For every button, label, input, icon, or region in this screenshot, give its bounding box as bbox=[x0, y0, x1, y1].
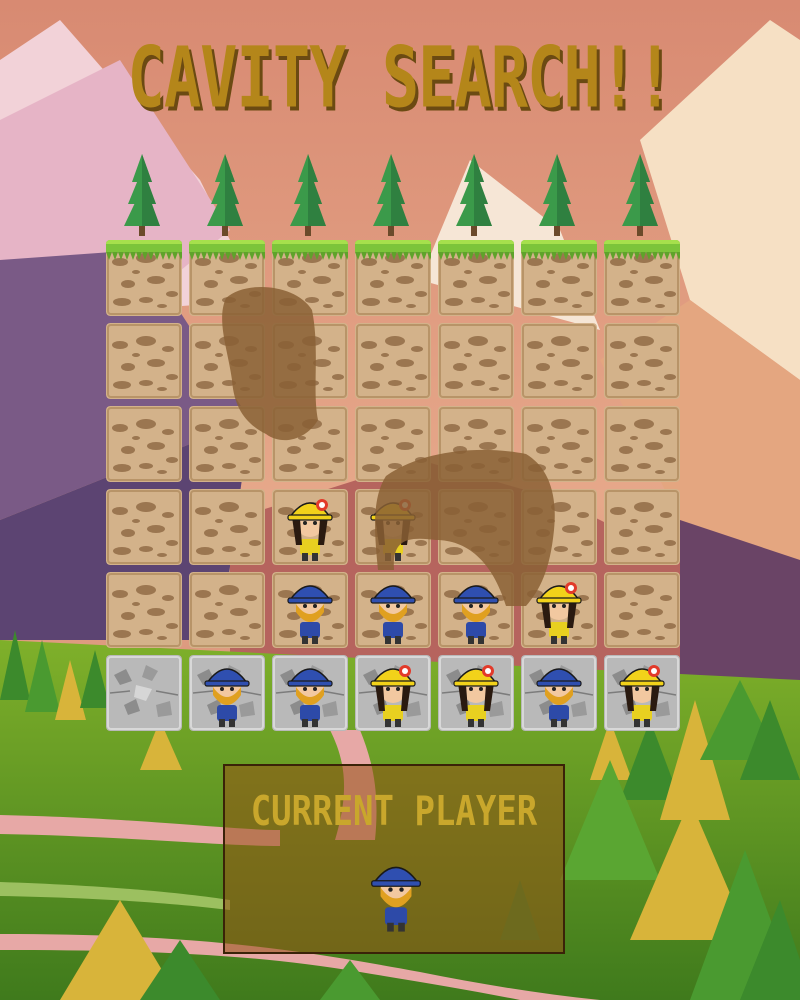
pine-tree-icon bbox=[436, 152, 512, 242]
board-cell-grass[interactable] bbox=[604, 240, 680, 316]
board-cell-dirt[interactable] bbox=[355, 489, 431, 565]
board-cell-dirt[interactable] bbox=[355, 323, 431, 399]
board-cell-grass[interactable] bbox=[189, 240, 265, 316]
pine-tree-icon bbox=[519, 152, 595, 242]
game-title: CAVITY SEARCH!! bbox=[127, 28, 674, 127]
board-cell-rock[interactable] bbox=[521, 655, 597, 731]
yellow-miner-piece bbox=[521, 572, 597, 648]
tree-row bbox=[104, 152, 684, 242]
yellow-miner-piece bbox=[355, 655, 431, 731]
board-cell-dirt[interactable] bbox=[272, 572, 348, 648]
board-cell-dirt[interactable] bbox=[355, 572, 431, 648]
game-board[interactable] bbox=[106, 240, 682, 732]
board-cell-dirt[interactable] bbox=[355, 406, 431, 482]
board-cell-dirt[interactable] bbox=[272, 406, 348, 482]
board-cell-dirt[interactable] bbox=[106, 572, 182, 648]
yellow-miner-piece bbox=[272, 489, 348, 565]
pine-tree-icon bbox=[104, 152, 180, 242]
yellow-miner-piece bbox=[438, 655, 514, 731]
board-cell-dirt[interactable] bbox=[189, 406, 265, 482]
board-cell-dirt[interactable] bbox=[272, 323, 348, 399]
board-cell-dirt[interactable] bbox=[604, 572, 680, 648]
board-cell-dirt[interactable] bbox=[189, 572, 265, 648]
board-cell-dirt[interactable] bbox=[106, 406, 182, 482]
board-cell-dirt[interactable] bbox=[521, 572, 597, 648]
blue-miner-piece bbox=[189, 655, 265, 731]
pine-tree-icon bbox=[270, 152, 346, 242]
board-cell-dirt[interactable] bbox=[106, 323, 182, 399]
current-player-avatar bbox=[354, 852, 438, 936]
blue-miner-piece bbox=[272, 655, 348, 731]
board-cell-dirt[interactable] bbox=[438, 323, 514, 399]
blue-miner-piece bbox=[272, 572, 348, 648]
blue-miner-piece bbox=[521, 655, 597, 731]
board-cell-dirt[interactable] bbox=[438, 489, 514, 565]
board-cell-rock[interactable] bbox=[106, 655, 182, 731]
board-cell-dirt[interactable] bbox=[604, 323, 680, 399]
board-cell-dirt[interactable] bbox=[521, 323, 597, 399]
board-cell-rock[interactable] bbox=[604, 655, 680, 731]
board-cell-rock[interactable] bbox=[189, 655, 265, 731]
board-cell-rock[interactable] bbox=[438, 655, 514, 731]
board-cell-dirt[interactable] bbox=[604, 406, 680, 482]
blue-miner-piece bbox=[438, 572, 514, 648]
board-cell-dirt[interactable] bbox=[604, 489, 680, 565]
board-cell-dirt[interactable] bbox=[272, 489, 348, 565]
board-cell-grass[interactable] bbox=[106, 240, 182, 316]
board-cell-dirt[interactable] bbox=[106, 489, 182, 565]
current-player-panel: CURRENT PLAYER bbox=[223, 764, 565, 954]
board-cell-grass[interactable] bbox=[272, 240, 348, 316]
board-cell-grass[interactable] bbox=[521, 240, 597, 316]
board-cell-dirt[interactable] bbox=[189, 323, 265, 399]
yellow-miner-piece bbox=[355, 489, 431, 565]
board-cell-dirt[interactable] bbox=[189, 489, 265, 565]
pine-tree-icon bbox=[187, 152, 263, 242]
board-cell-dirt[interactable] bbox=[521, 406, 597, 482]
board-cell-dirt[interactable] bbox=[438, 572, 514, 648]
board-cell-grass[interactable] bbox=[355, 240, 431, 316]
board-cell-rock[interactable] bbox=[355, 655, 431, 731]
board-cell-dirt[interactable] bbox=[438, 406, 514, 482]
board-cell-dirt[interactable] bbox=[521, 489, 597, 565]
board-cell-grass[interactable] bbox=[438, 240, 514, 316]
pine-tree-icon bbox=[602, 152, 678, 242]
pine-tree-icon bbox=[353, 152, 429, 242]
blue-miner-piece bbox=[355, 572, 431, 648]
board-cell-rock[interactable] bbox=[272, 655, 348, 731]
current-player-label: CURRENT PLAYER bbox=[250, 788, 538, 836]
yellow-miner-piece bbox=[604, 655, 680, 731]
